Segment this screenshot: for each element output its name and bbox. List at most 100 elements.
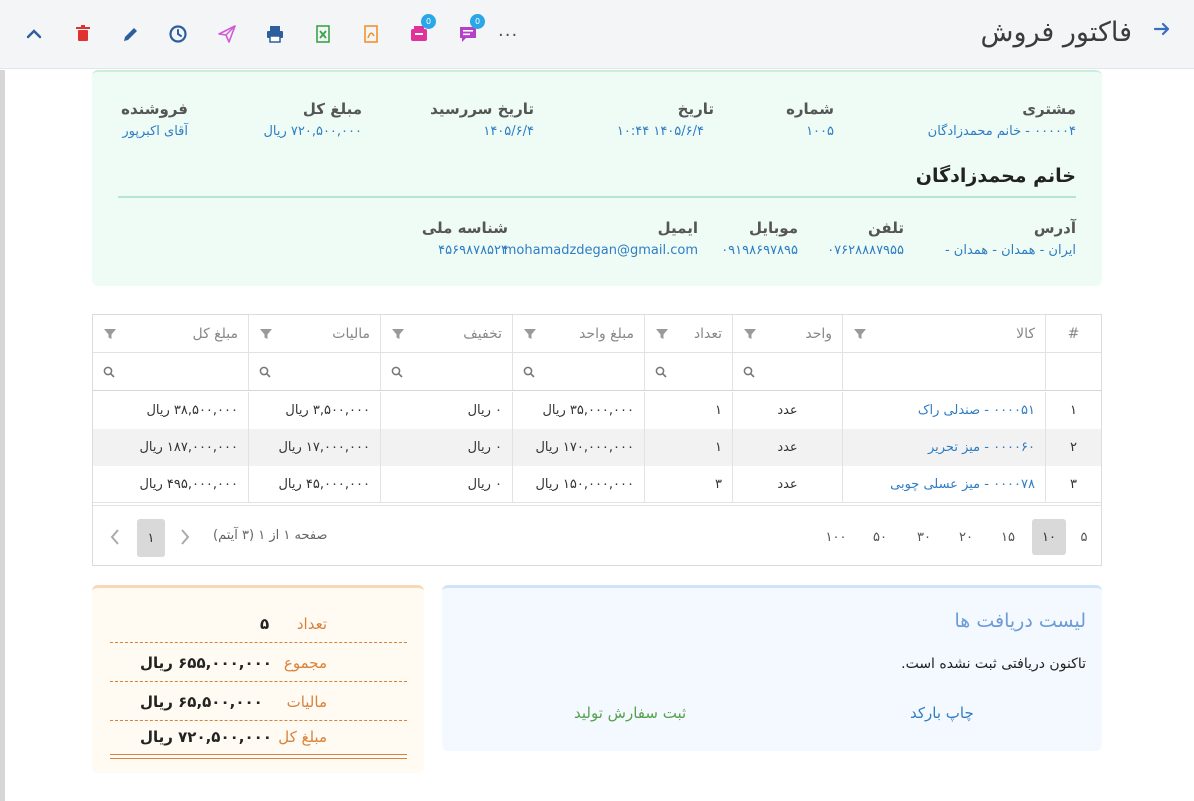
column-header-unit[interactable]: واحد	[732, 315, 842, 352]
total-cell: ۱۸۷,۰۰۰,۰۰۰ ریال	[139, 440, 238, 455]
quantity-cell: ۱	[644, 392, 732, 429]
filter-icon[interactable]	[743, 327, 757, 341]
page-size-option-active[interactable]: ۱۰	[1032, 519, 1066, 555]
page-size-option[interactable]: ۱۵	[991, 519, 1025, 555]
mobile-label: موبایل	[749, 219, 798, 237]
table-row[interactable]: ۳ ۰۰۰۰۷۸ - میز عسلی چوبی عدد ۳ ۱۵۰,۰۰۰,۰…	[93, 466, 1101, 503]
due-date-label: تاریخ سررسید	[430, 100, 534, 118]
receipts-title: لیست دریافت ها	[954, 610, 1086, 632]
column-header-tax[interactable]: مالیات	[248, 315, 380, 352]
receipts-empty-text: تاکنون دریافتی ثبت نشده است.	[901, 656, 1086, 672]
item-link[interactable]: ۰۰۰۰۶۰ - میز تحریر	[842, 429, 1045, 466]
filter-input-total[interactable]	[93, 353, 248, 390]
column-header-discount[interactable]: تخفیف	[380, 315, 512, 352]
filter-icon[interactable]	[259, 327, 273, 341]
column-header-label: تعداد	[693, 325, 722, 342]
filter-input-discount[interactable]	[380, 353, 512, 390]
column-header-label: تخفیف	[463, 325, 502, 342]
address-label: آدرس	[1033, 219, 1076, 237]
chevron-right-icon[interactable]	[171, 519, 199, 555]
column-header-total[interactable]: مبلغ کل	[93, 315, 248, 352]
print-barcode-link[interactable]: چاپ بارکد	[910, 704, 974, 722]
number-label: شماره	[786, 100, 834, 118]
column-header-unit-price[interactable]: مبلغ واحد	[512, 315, 644, 352]
pager: ۵ ۱۰ ۱۵ ۲۰ ۳۰ ۵۰ ۱۰۰ صفحه ۱ از ۱ (۳ آیتم…	[93, 505, 1101, 565]
items-table: # کالا واحد تعداد مبلغ واحد تخفیف مالیات…	[92, 314, 1102, 566]
invoice-header-card: مشتری ۰۰۰۰۰۴ - خانم محمدزادگان شماره ۱۰۰…	[92, 70, 1102, 286]
filter-input-tax[interactable]	[248, 353, 380, 390]
discount-cell: ۰ ریال	[380, 392, 512, 429]
column-header-label: کالا	[1016, 325, 1035, 342]
page-size-option[interactable]: ۵۰	[863, 519, 897, 555]
count-label: تعداد	[296, 615, 327, 633]
filter-input-unit[interactable]	[732, 353, 842, 390]
edit-icon[interactable]	[116, 20, 146, 48]
total-value: ۷۲۰,۵۰۰,۰۰۰ ریال	[263, 124, 362, 139]
national-id-label: شناسه ملی	[421, 219, 508, 237]
more-icon[interactable]: ...	[498, 20, 518, 41]
table-row[interactable]: ۲ ۰۰۰۰۶۰ - میز تحریر عدد ۱ ۱۷۰,۰۰۰,۰۰۰ ر…	[93, 429, 1101, 466]
item-link[interactable]: ۰۰۰۰۷۸ - میز عسلی چوبی	[842, 466, 1045, 502]
column-header-quantity[interactable]: تعداد	[644, 315, 732, 352]
tax-label: مالیات	[286, 693, 327, 711]
grand-total-label: مبلغ کل	[278, 728, 327, 746]
filter-input-quantity[interactable]	[644, 353, 732, 390]
filter-icon[interactable]	[853, 327, 867, 341]
current-page-button[interactable]: ۱	[137, 519, 165, 557]
filter-input-item[interactable]	[842, 353, 1045, 390]
comment-icon[interactable]: 0	[453, 14, 485, 48]
date-label: تاریخ	[677, 100, 714, 118]
column-header-index: #	[1045, 315, 1101, 352]
page-size-option[interactable]: ۳۰	[907, 519, 941, 555]
tax-cell: ۴۵,۰۰۰,۰۰۰ ریال	[248, 466, 380, 502]
mobile-value: ۰۹۱۹۸۶۹۷۸۹۵	[721, 243, 798, 258]
print-icon[interactable]	[260, 20, 290, 48]
filter-icon[interactable]	[391, 327, 405, 341]
page-size-option[interactable]: ۲۰	[949, 519, 983, 555]
receipts-card: لیست دریافت ها تاکنون دریافتی ثبت نشده ا…	[442, 585, 1102, 751]
page-size-option[interactable]: ۱۰۰	[819, 519, 853, 555]
totals-row-sum: مجموع ۶۵۵,۰۰۰,۰۰۰ ریال	[110, 644, 407, 682]
back-arrow-icon[interactable]	[1152, 18, 1172, 48]
discount-cell: ۰ ریال	[380, 429, 512, 466]
scroll-edge	[0, 70, 5, 801]
notification-badge: 0	[421, 14, 436, 29]
chevron-up-icon[interactable]	[19, 20, 49, 48]
quantity-cell: ۳	[644, 466, 732, 502]
filter-row	[93, 353, 1101, 391]
column-header-label: مبلغ واحد	[579, 325, 634, 342]
count-value: ۵	[260, 615, 270, 633]
notification-badge: 0	[470, 14, 485, 29]
send-icon[interactable]	[212, 20, 242, 48]
address-value: ایران - همدان - همدان -	[944, 243, 1076, 258]
customer-label: مشتری	[1022, 100, 1076, 118]
date-value: ۱۴۰۵/۶/۴ ۱۰:۴۴	[616, 124, 704, 139]
table-header: # کالا واحد تعداد مبلغ واحد تخفیف مالیات…	[93, 315, 1101, 353]
column-header-label: واحد	[805, 325, 832, 342]
inbox-icon[interactable]: 0	[404, 14, 436, 48]
filter-icon[interactable]	[103, 327, 117, 341]
filter-icon[interactable]	[523, 327, 537, 341]
divider	[118, 196, 1076, 198]
customer-link[interactable]: ۰۰۰۰۰۴ - خانم محمدزادگان	[928, 124, 1076, 139]
number-value: ۱۰۰۵	[806, 124, 834, 139]
history-icon[interactable]	[163, 20, 193, 48]
seller-label: فروشنده	[121, 100, 188, 118]
totals-row-count: تعداد ۵	[110, 605, 407, 643]
table-row[interactable]: ۱ ۰۰۰۰۵۱ - صندلی راک عدد ۱ ۳۵,۰۰۰,۰۰۰ ری…	[93, 392, 1101, 429]
delete-icon[interactable]	[68, 20, 98, 48]
item-link[interactable]: ۰۰۰۰۵۱ - صندلی راک	[842, 392, 1045, 429]
production-order-link[interactable]: ثبت سفارش تولید	[574, 704, 686, 722]
column-header-label: مالیات	[332, 325, 370, 342]
filter-input-unit-price[interactable]	[512, 353, 644, 390]
totals-row-grand-total: مبلغ کل ۷۲۰,۵۰۰,۰۰۰ ریال	[110, 718, 407, 756]
chevron-left-icon[interactable]	[101, 519, 129, 555]
row-index: ۱	[1045, 392, 1101, 429]
totals-row-tax: مالیات ۶۵,۵۰۰,۰۰۰ ریال	[110, 683, 407, 721]
excel-icon[interactable]	[308, 20, 338, 48]
pdf-icon[interactable]	[356, 20, 386, 48]
total-label: مبلغ کل	[302, 100, 362, 118]
filter-icon[interactable]	[655, 327, 669, 341]
column-header-item[interactable]: کالا	[842, 315, 1045, 352]
page-size-option[interactable]: ۵	[1067, 519, 1101, 555]
